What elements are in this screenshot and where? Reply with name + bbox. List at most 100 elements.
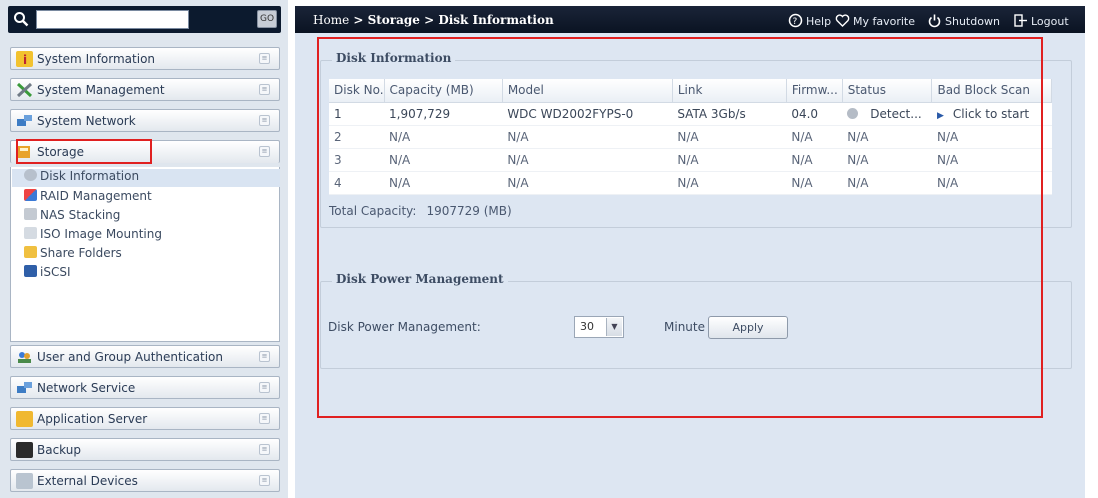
table-row[interactable]: 4 N/A N/A N/A N/A N/A N/A: [329, 171, 1052, 195]
table-row[interactable]: 1 1,907,729 WDC WD2002FYPS-0 SATA 3Gb/s …: [329, 102, 1052, 126]
total-capacity: Total Capacity: 1907729 (MB): [329, 204, 512, 218]
cell-link: SATA 3Gb/s: [672, 102, 787, 126]
cell-bad-block-scan: N/A: [931, 148, 1052, 172]
expand-icon[interactable]: ≡: [259, 84, 270, 95]
menu-user-group-authentication[interactable]: User and Group Authentication ≡: [10, 345, 280, 368]
app-server-icon: [16, 411, 33, 427]
expand-icon[interactable]: ≡: [259, 382, 270, 393]
tools-icon: [16, 82, 33, 98]
help-icon: ?: [788, 13, 803, 28]
cell-bad-block-scan[interactable]: ▶ Click to start: [931, 102, 1052, 126]
submenu-raid-management[interactable]: RAID Management: [24, 189, 152, 207]
menu-system-information[interactable]: i System Information ≡: [10, 47, 280, 70]
menu-external-devices[interactable]: External Devices ≡: [10, 469, 280, 492]
shutdown-link[interactable]: Shutdown: [927, 13, 1000, 28]
logout-link[interactable]: Logout: [1013, 13, 1069, 28]
help-link[interactable]: ? Help: [788, 13, 831, 28]
expand-icon[interactable]: ≡: [259, 53, 270, 64]
search-icon: [14, 12, 29, 27]
menu-label: External Devices: [37, 474, 138, 488]
cell-disk-no: 1: [329, 102, 385, 126]
disk-power-select[interactable]: 30 ▼: [574, 316, 624, 338]
cell-status: N/A: [842, 125, 932, 149]
cell-status: N/A: [842, 171, 932, 195]
col-firmware[interactable]: Firmw...: [786, 79, 843, 103]
expand-icon[interactable]: ≡: [259, 413, 270, 424]
storage-submenu: Disk Information RAID Management NAS Sta…: [10, 167, 280, 342]
apply-button[interactable]: Apply: [708, 316, 788, 339]
raid-icon: [24, 189, 37, 201]
cell-firmware: N/A: [786, 148, 843, 172]
disk-power-legend: Disk Power Management: [332, 272, 508, 286]
favorite-link[interactable]: My favorite: [835, 13, 915, 28]
logout-label: Logout: [1031, 15, 1069, 28]
scan-link[interactable]: Click to start: [953, 107, 1029, 121]
menu-label: System Information: [37, 52, 156, 66]
cell-status: N/A: [842, 148, 932, 172]
cell-model: N/A: [502, 148, 673, 172]
stacking-icon: [24, 208, 37, 220]
col-status[interactable]: Status: [842, 79, 933, 103]
cell-firmware: N/A: [786, 125, 843, 149]
iso-icon: [24, 227, 37, 239]
storage-highlight-box: [16, 139, 152, 164]
expand-icon[interactable]: ≡: [259, 351, 270, 362]
expand-icon[interactable]: ≡: [259, 115, 270, 126]
search-bar: GO: [8, 6, 281, 33]
disk-power-value: 30: [580, 320, 594, 333]
disk-icon: [24, 169, 37, 181]
svg-text:?: ?: [793, 17, 798, 27]
submenu-share-folders[interactable]: Share Folders: [24, 246, 122, 264]
gear-icon: [847, 107, 859, 119]
submenu-label: NAS Stacking: [40, 208, 121, 222]
power-icon: [928, 14, 941, 28]
expand-icon[interactable]: ≡: [259, 475, 270, 486]
submenu-iscsi[interactable]: iSCSI: [24, 265, 71, 283]
chevron-down-icon[interactable]: ▼: [606, 318, 622, 336]
sidebar: GO i System Information ≡ System Managem…: [0, 0, 288, 498]
network-service-icon: [16, 380, 33, 396]
submenu-disk-information[interactable]: Disk Information: [12, 169, 280, 187]
submenu-nas-stacking[interactable]: NAS Stacking: [24, 208, 120, 226]
col-capacity[interactable]: Capacity (MB): [384, 79, 503, 103]
disk-information-legend: Disk Information: [332, 51, 456, 65]
cell-bad-block-scan: N/A: [931, 171, 1052, 195]
users-icon: [16, 349, 33, 365]
play-icon: ▶: [936, 110, 944, 121]
col-disk-no[interactable]: Disk No.: [329, 79, 385, 103]
menu-network-service[interactable]: Network Service ≡: [10, 376, 280, 399]
disk-table: Disk No. Capacity (MB) Model Link Firmw.…: [329, 79, 1052, 195]
cell-disk-no: 4: [329, 171, 385, 195]
table-row[interactable]: 2 N/A N/A N/A N/A N/A N/A: [329, 125, 1052, 149]
total-capacity-label: Total Capacity:: [329, 204, 417, 218]
cell-disk-no: 3: [329, 148, 385, 172]
cell-capacity: N/A: [384, 171, 503, 195]
breadcrumb-home-link[interactable]: Home: [313, 13, 349, 27]
submenu-iso-image-mounting[interactable]: ISO Image Mounting: [24, 227, 162, 245]
folder-icon: [24, 246, 37, 258]
network-icon: [16, 113, 33, 129]
menu-system-network[interactable]: System Network ≡: [10, 109, 280, 132]
cell-model: N/A: [502, 125, 673, 149]
iscsi-icon: [24, 265, 37, 277]
table-row[interactable]: 3 N/A N/A N/A N/A N/A N/A: [329, 148, 1052, 172]
total-capacity-value: 1907729 (MB): [426, 204, 512, 218]
col-model[interactable]: Model: [502, 79, 673, 103]
submenu-label: ISO Image Mounting: [40, 227, 162, 241]
cell-firmware: N/A: [786, 171, 843, 195]
external-devices-icon: [16, 473, 33, 489]
menu-system-management[interactable]: System Management ≡: [10, 78, 280, 101]
search-go-button[interactable]: GO: [257, 10, 277, 28]
cell-capacity: N/A: [384, 125, 503, 149]
col-bad-block-scan[interactable]: Bad Block Scan: [931, 79, 1052, 103]
menu-backup[interactable]: Backup ≡: [10, 438, 280, 461]
top-bar: Home > Storage > Disk Information ? Help …: [295, 6, 1085, 33]
menu-label: Backup: [37, 443, 81, 457]
search-input[interactable]: [36, 10, 189, 29]
col-link[interactable]: Link: [672, 79, 787, 103]
expand-icon[interactable]: ≡: [259, 444, 270, 455]
menu-application-server[interactable]: Application Server ≡: [10, 407, 280, 430]
menu-label: Application Server: [37, 412, 148, 426]
collapse-icon[interactable]: ≡: [259, 146, 270, 157]
favorite-label: My favorite: [853, 15, 916, 28]
